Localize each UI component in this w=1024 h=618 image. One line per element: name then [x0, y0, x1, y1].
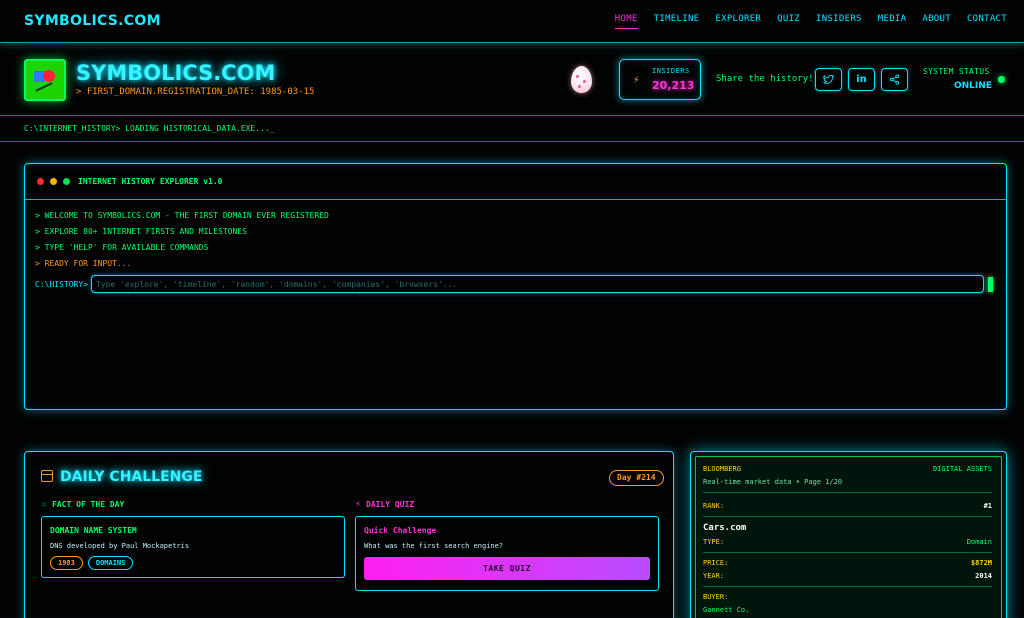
nav-link-insiders[interactable]: INSIDERS [816, 14, 862, 29]
bloomberg-source: BLOOMBERG [703, 465, 741, 473]
type-row: TYPE: Domain [703, 538, 992, 546]
insiders-counter[interactable]: ⚡︎ INSIDERS 20,213 [619, 59, 701, 100]
top-nav: SYMBOLICS.COM HOME TIMELINE EXPLORER QUI… [0, 0, 1024, 43]
rank-label: RANK: [703, 502, 725, 510]
buyer-value-row: Gannett Co. [703, 606, 992, 614]
nav-link-quiz[interactable]: QUIZ [777, 14, 800, 29]
buyer-label-row: BUYER: [703, 593, 992, 601]
terminal-line: > TYPE 'HELP' FOR AVAILABLE COMMANDS [35, 243, 209, 252]
fact-description: DNS developed by Paul Mockapetris [50, 542, 190, 550]
terminal-title: INTERNET HISTORY EXPLORER v1.0 [78, 177, 223, 186]
divider [703, 586, 992, 587]
quiz-heading: ⚡︎ DAILY QUIZ [355, 499, 414, 510]
fact-title: DOMAIN NAME SYSTEM [50, 526, 137, 535]
nav-link-contact[interactable]: CONTACT [967, 14, 1007, 29]
divider [703, 492, 992, 493]
bloomberg-category: DIGITAL ASSETS [932, 465, 992, 473]
terminal-line: > EXPLORE 80+ INTERNET FIRSTS AND MILEST… [35, 227, 247, 236]
price-label: PRICE: [703, 559, 729, 567]
terminal-header: INTERNET HISTORY EXPLORER v1.0 [25, 164, 1006, 200]
system-status-value: ONLINE [954, 81, 992, 91]
type-value: Domain [966, 538, 992, 546]
bloomberg-subtitle: Real-time market data • Page 1/20 [703, 478, 843, 486]
nav-links: HOME TIMELINE EXPLORER QUIZ INSIDERS MED… [614, 14, 1007, 29]
minimize-dot-icon[interactable] [50, 178, 57, 185]
nav-brand[interactable]: SYMBOLICS.COM [24, 13, 161, 29]
bloomberg-panel: BLOOMBERG DIGITAL ASSETS Real-time marke… [690, 451, 1007, 618]
insiders-count: 20,213 [652, 79, 695, 92]
day-badge: Day #214 [609, 470, 664, 486]
command-input[interactable] [90, 275, 984, 293]
fact-tags: 1983 DOMAINS [50, 556, 336, 570]
daily-challenge-panel: DAILY CHALLENGE Day #214 ☆ FACT OF THE DA… [24, 451, 674, 618]
linkedin-button[interactable]: in [848, 68, 875, 91]
year-label: YEAR: [703, 572, 725, 580]
asset-name: Cars.com [703, 523, 747, 533]
lightning-icon: ⚡︎ [355, 499, 362, 510]
nav-link-media[interactable]: MEDIA [878, 14, 907, 29]
share-button[interactable] [881, 68, 908, 91]
logo-icon [24, 59, 66, 101]
nav-link-timeline[interactable]: TIMELINE [654, 14, 700, 29]
terminal-output: > WELCOME TO SYMBOLICS.COM - THE FIRST D… [25, 200, 1006, 293]
buyer-label: BUYER: [703, 593, 729, 601]
loading-command-line: C:\INTERNET_HISTORY> LOADING HISTORICAL_… [0, 115, 1024, 142]
loading-text: C:\INTERNET_HISTORY> LOADING HISTORICAL_… [24, 124, 275, 133]
daily-challenge-title: DAILY CHALLENGE [60, 469, 203, 485]
quiz-card: Quick Challenge What was the first searc… [355, 516, 659, 591]
fact-card[interactable]: DOMAIN NAME SYSTEM DNS developed by Paul… [41, 516, 345, 578]
easter-egg-icon[interactable] [571, 66, 592, 93]
share-label: Share the history! [716, 74, 814, 84]
bloomberg-header-row: BLOOMBERG DIGITAL ASSETS [703, 465, 992, 473]
site-header: SYMBOLICS.COM > FIRST_DOMAIN.REGISTRATIO… [0, 43, 1024, 115]
bloomberg-screen: BLOOMBERG DIGITAL ASSETS Real-time marke… [695, 456, 1002, 618]
quiz-title: Quick Challenge [364, 526, 437, 535]
divider [703, 552, 992, 553]
twitter-button[interactable] [815, 68, 842, 91]
nav-link-explorer[interactable]: EXPLORER [715, 14, 761, 29]
nav-link-about[interactable]: ABOUT [922, 14, 951, 29]
history-explorer-terminal: INTERNET HISTORY EXPLORER v1.0 > WELCOME… [24, 163, 1007, 410]
divider [703, 516, 992, 517]
rank-row: RANK: #1 [703, 502, 992, 510]
fact-heading-label: FACT OF THE DAY [52, 500, 125, 509]
price-value: $872M [970, 559, 992, 567]
asset-name-row: Cars.com [703, 523, 992, 533]
take-quiz-button[interactable]: TAKE QUIZ [364, 557, 650, 580]
twitter-icon [823, 74, 834, 84]
price-row: PRICE: $872M [703, 559, 992, 567]
blinking-cursor [987, 276, 993, 292]
lightning-icon: ⚡︎ [633, 73, 640, 86]
nav-link-home[interactable]: HOME [614, 14, 638, 29]
year-value: 2014 [975, 572, 992, 580]
bloomberg-subtitle-row: Real-time market data • Page 1/20 [703, 478, 992, 486]
tag-year[interactable]: 1983 [50, 556, 83, 570]
quiz-question: What was the first search engine? [364, 542, 504, 550]
quiz-heading-label: DAILY QUIZ [366, 500, 415, 509]
close-dot-icon[interactable] [37, 178, 44, 185]
year-row: YEAR: 2014 [703, 572, 992, 580]
terminal-prompt-row: C:\HISTORY> [35, 275, 996, 293]
buyer-value: Gannett Co. [703, 606, 750, 614]
prompt-label: C:\HISTORY> [35, 279, 88, 289]
share-icon [889, 74, 900, 85]
terminal-line: > WELCOME TO SYMBOLICS.COM - THE FIRST D… [35, 211, 329, 220]
registration-date: > FIRST_DOMAIN.REGISTRATION_DATE: 1985-0… [76, 87, 315, 97]
insiders-label: INSIDERS [652, 67, 690, 75]
fact-heading: ☆ FACT OF THE DAY [41, 499, 124, 510]
site-title: SYMBOLICS.COM [76, 61, 276, 85]
system-status-label: SYSTEM STATUS [923, 67, 990, 76]
status-indicator-icon [998, 76, 1005, 83]
linkedin-icon: in [856, 74, 867, 85]
calendar-icon [41, 470, 53, 482]
type-label: TYPE: [703, 538, 725, 546]
rank-value: #1 [983, 502, 992, 510]
terminal-line: > READY FOR INPUT... [35, 259, 132, 268]
tag-category[interactable]: DOMAINS [87, 556, 134, 570]
maximize-dot-icon[interactable] [63, 178, 70, 185]
star-icon: ☆ [41, 499, 48, 510]
